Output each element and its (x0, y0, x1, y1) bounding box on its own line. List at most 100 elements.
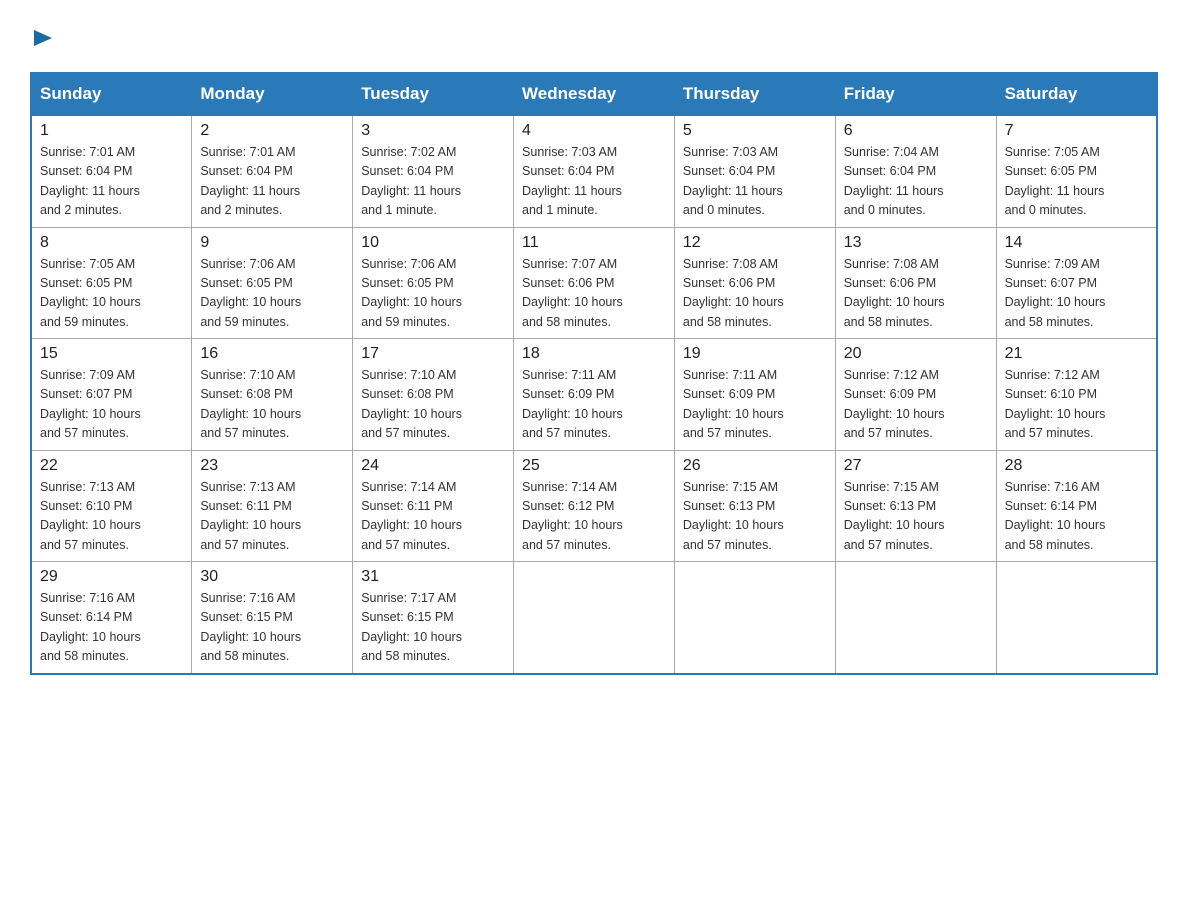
day-info: Sunrise: 7:16 AMSunset: 6:15 PMDaylight:… (200, 589, 344, 667)
calendar-day-cell (835, 562, 996, 674)
day-info: Sunrise: 7:04 AMSunset: 6:04 PMDaylight:… (844, 143, 988, 221)
calendar-week-row: 8 Sunrise: 7:05 AMSunset: 6:05 PMDaylight… (31, 227, 1157, 339)
calendar-day-cell: 7 Sunrise: 7:05 AMSunset: 6:05 PMDaylight… (996, 115, 1157, 227)
calendar-day-cell: 21 Sunrise: 7:12 AMSunset: 6:10 PMDayligh… (996, 339, 1157, 451)
logo-icon (30, 28, 54, 54)
day-number: 10 (361, 234, 505, 252)
day-number: 13 (844, 234, 988, 252)
day-number: 16 (200, 345, 344, 363)
day-info: Sunrise: 7:08 AMSunset: 6:06 PMDaylight:… (844, 255, 988, 333)
day-number: 18 (522, 345, 666, 363)
day-info: Sunrise: 7:10 AMSunset: 6:08 PMDaylight:… (361, 366, 505, 444)
day-info: Sunrise: 7:01 AMSunset: 6:04 PMDaylight:… (40, 143, 183, 221)
day-info: Sunrise: 7:17 AMSunset: 6:15 PMDaylight:… (361, 589, 505, 667)
day-number: 5 (683, 122, 827, 140)
calendar-day-cell: 27 Sunrise: 7:15 AMSunset: 6:13 PMDayligh… (835, 450, 996, 562)
day-info: Sunrise: 7:14 AMSunset: 6:12 PMDaylight:… (522, 478, 666, 556)
weekday-header-friday: Friday (835, 73, 996, 115)
day-number: 1 (40, 122, 183, 140)
calendar-day-cell: 2Sunrise: 7:01 AMSunset: 6:04 PMDaylight… (192, 115, 353, 227)
calendar-day-cell: 8 Sunrise: 7:05 AMSunset: 6:05 PMDaylight… (31, 227, 192, 339)
calendar-day-cell: 5 Sunrise: 7:03 AMSunset: 6:04 PMDaylight… (674, 115, 835, 227)
day-info: Sunrise: 7:07 AMSunset: 6:06 PMDaylight:… (522, 255, 666, 333)
calendar-week-row: 29 Sunrise: 7:16 AMSunset: 6:14 PMDayligh… (31, 562, 1157, 674)
day-info: Sunrise: 7:12 AMSunset: 6:09 PMDaylight:… (844, 366, 988, 444)
calendar-day-cell: 14 Sunrise: 7:09 AMSunset: 6:07 PMDayligh… (996, 227, 1157, 339)
calendar-day-cell: 25 Sunrise: 7:14 AMSunset: 6:12 PMDayligh… (514, 450, 675, 562)
day-number: 29 (40, 568, 183, 586)
day-number: 25 (522, 457, 666, 475)
day-number: 17 (361, 345, 505, 363)
calendar-day-cell: 16 Sunrise: 7:10 AMSunset: 6:08 PMDayligh… (192, 339, 353, 451)
day-number: 9 (200, 234, 344, 252)
day-info: Sunrise: 7:06 AMSunset: 6:05 PMDaylight:… (361, 255, 505, 333)
day-info: Sunrise: 7:05 AMSunset: 6:05 PMDaylight:… (40, 255, 183, 333)
day-info: Sunrise: 7:12 AMSunset: 6:10 PMDaylight:… (1005, 366, 1148, 444)
day-info: Sunrise: 7:16 AMSunset: 6:14 PMDaylight:… (1005, 478, 1148, 556)
day-number: 14 (1005, 234, 1148, 252)
calendar-day-cell: 23 Sunrise: 7:13 AMSunset: 6:11 PMDayligh… (192, 450, 353, 562)
calendar-day-cell: 22Sunrise: 7:13 AMSunset: 6:10 PMDayligh… (31, 450, 192, 562)
calendar-day-cell: 12 Sunrise: 7:08 AMSunset: 6:06 PMDayligh… (674, 227, 835, 339)
day-info: Sunrise: 7:11 AMSunset: 6:09 PMDaylight:… (683, 366, 827, 444)
day-number: 4 (522, 122, 666, 140)
day-number: 19 (683, 345, 827, 363)
day-number: 3 (361, 122, 505, 140)
calendar-day-cell: 1 Sunrise: 7:01 AMSunset: 6:04 PMDaylight… (31, 115, 192, 227)
day-info: Sunrise: 7:02 AMSunset: 6:04 PMDaylight:… (361, 143, 505, 221)
calendar-day-cell: 26Sunrise: 7:15 AMSunset: 6:13 PMDayligh… (674, 450, 835, 562)
day-number: 15 (40, 345, 183, 363)
calendar-day-cell: 20Sunrise: 7:12 AMSunset: 6:09 PMDayligh… (835, 339, 996, 451)
calendar-day-cell: 29 Sunrise: 7:16 AMSunset: 6:14 PMDayligh… (31, 562, 192, 674)
calendar-day-cell: 17 Sunrise: 7:10 AMSunset: 6:08 PMDayligh… (353, 339, 514, 451)
day-info: Sunrise: 7:15 AMSunset: 6:13 PMDaylight:… (683, 478, 827, 556)
weekday-header-monday: Monday (192, 73, 353, 115)
calendar-day-cell: 28 Sunrise: 7:16 AMSunset: 6:14 PMDayligh… (996, 450, 1157, 562)
calendar-table: SundayMondayTuesdayWednesdayThursdayFrid… (30, 72, 1158, 675)
day-info: Sunrise: 7:01 AMSunset: 6:04 PMDaylight:… (200, 143, 344, 221)
day-number: 24 (361, 457, 505, 475)
calendar-day-cell: 15 Sunrise: 7:09 AMSunset: 6:07 PMDayligh… (31, 339, 192, 451)
logo (30, 28, 54, 54)
day-number: 8 (40, 234, 183, 252)
calendar-day-cell: 9Sunrise: 7:06 AMSunset: 6:05 PMDaylight… (192, 227, 353, 339)
weekday-header-tuesday: Tuesday (353, 73, 514, 115)
day-info: Sunrise: 7:10 AMSunset: 6:08 PMDaylight:… (200, 366, 344, 444)
day-info: Sunrise: 7:09 AMSunset: 6:07 PMDaylight:… (40, 366, 183, 444)
calendar-week-row: 22Sunrise: 7:13 AMSunset: 6:10 PMDayligh… (31, 450, 1157, 562)
logo-flag-icon (32, 28, 54, 50)
day-info: Sunrise: 7:15 AMSunset: 6:13 PMDaylight:… (844, 478, 988, 556)
day-number: 21 (1005, 345, 1148, 363)
calendar-day-cell (514, 562, 675, 674)
day-number: 31 (361, 568, 505, 586)
day-info: Sunrise: 7:09 AMSunset: 6:07 PMDaylight:… (1005, 255, 1148, 333)
weekday-header-row: SundayMondayTuesdayWednesdayThursdayFrid… (31, 73, 1157, 115)
day-info: Sunrise: 7:03 AMSunset: 6:04 PMDaylight:… (522, 143, 666, 221)
day-info: Sunrise: 7:11 AMSunset: 6:09 PMDaylight:… (522, 366, 666, 444)
calendar-day-cell: 30Sunrise: 7:16 AMSunset: 6:15 PMDayligh… (192, 562, 353, 674)
day-number: 27 (844, 457, 988, 475)
calendar-day-cell: 13 Sunrise: 7:08 AMSunset: 6:06 PMDayligh… (835, 227, 996, 339)
weekday-header-wednesday: Wednesday (514, 73, 675, 115)
calendar-day-cell (996, 562, 1157, 674)
day-info: Sunrise: 7:05 AMSunset: 6:05 PMDaylight:… (1005, 143, 1148, 221)
calendar-day-cell: 6 Sunrise: 7:04 AMSunset: 6:04 PMDaylight… (835, 115, 996, 227)
calendar-day-cell: 18 Sunrise: 7:11 AMSunset: 6:09 PMDayligh… (514, 339, 675, 451)
day-number: 28 (1005, 457, 1148, 475)
day-number: 6 (844, 122, 988, 140)
weekday-header-thursday: Thursday (674, 73, 835, 115)
day-info: Sunrise: 7:16 AMSunset: 6:14 PMDaylight:… (40, 589, 183, 667)
day-info: Sunrise: 7:03 AMSunset: 6:04 PMDaylight:… (683, 143, 827, 221)
day-number: 7 (1005, 122, 1148, 140)
weekday-header-saturday: Saturday (996, 73, 1157, 115)
day-info: Sunrise: 7:13 AMSunset: 6:11 PMDaylight:… (200, 478, 344, 556)
calendar-day-cell: 24 Sunrise: 7:14 AMSunset: 6:11 PMDayligh… (353, 450, 514, 562)
day-info: Sunrise: 7:08 AMSunset: 6:06 PMDaylight:… (683, 255, 827, 333)
calendar-week-row: 1 Sunrise: 7:01 AMSunset: 6:04 PMDaylight… (31, 115, 1157, 227)
day-number: 23 (200, 457, 344, 475)
page-header (30, 20, 1158, 54)
day-number: 11 (522, 234, 666, 252)
calendar-day-cell: 3 Sunrise: 7:02 AMSunset: 6:04 PMDaylight… (353, 115, 514, 227)
day-number: 12 (683, 234, 827, 252)
day-info: Sunrise: 7:14 AMSunset: 6:11 PMDaylight:… (361, 478, 505, 556)
